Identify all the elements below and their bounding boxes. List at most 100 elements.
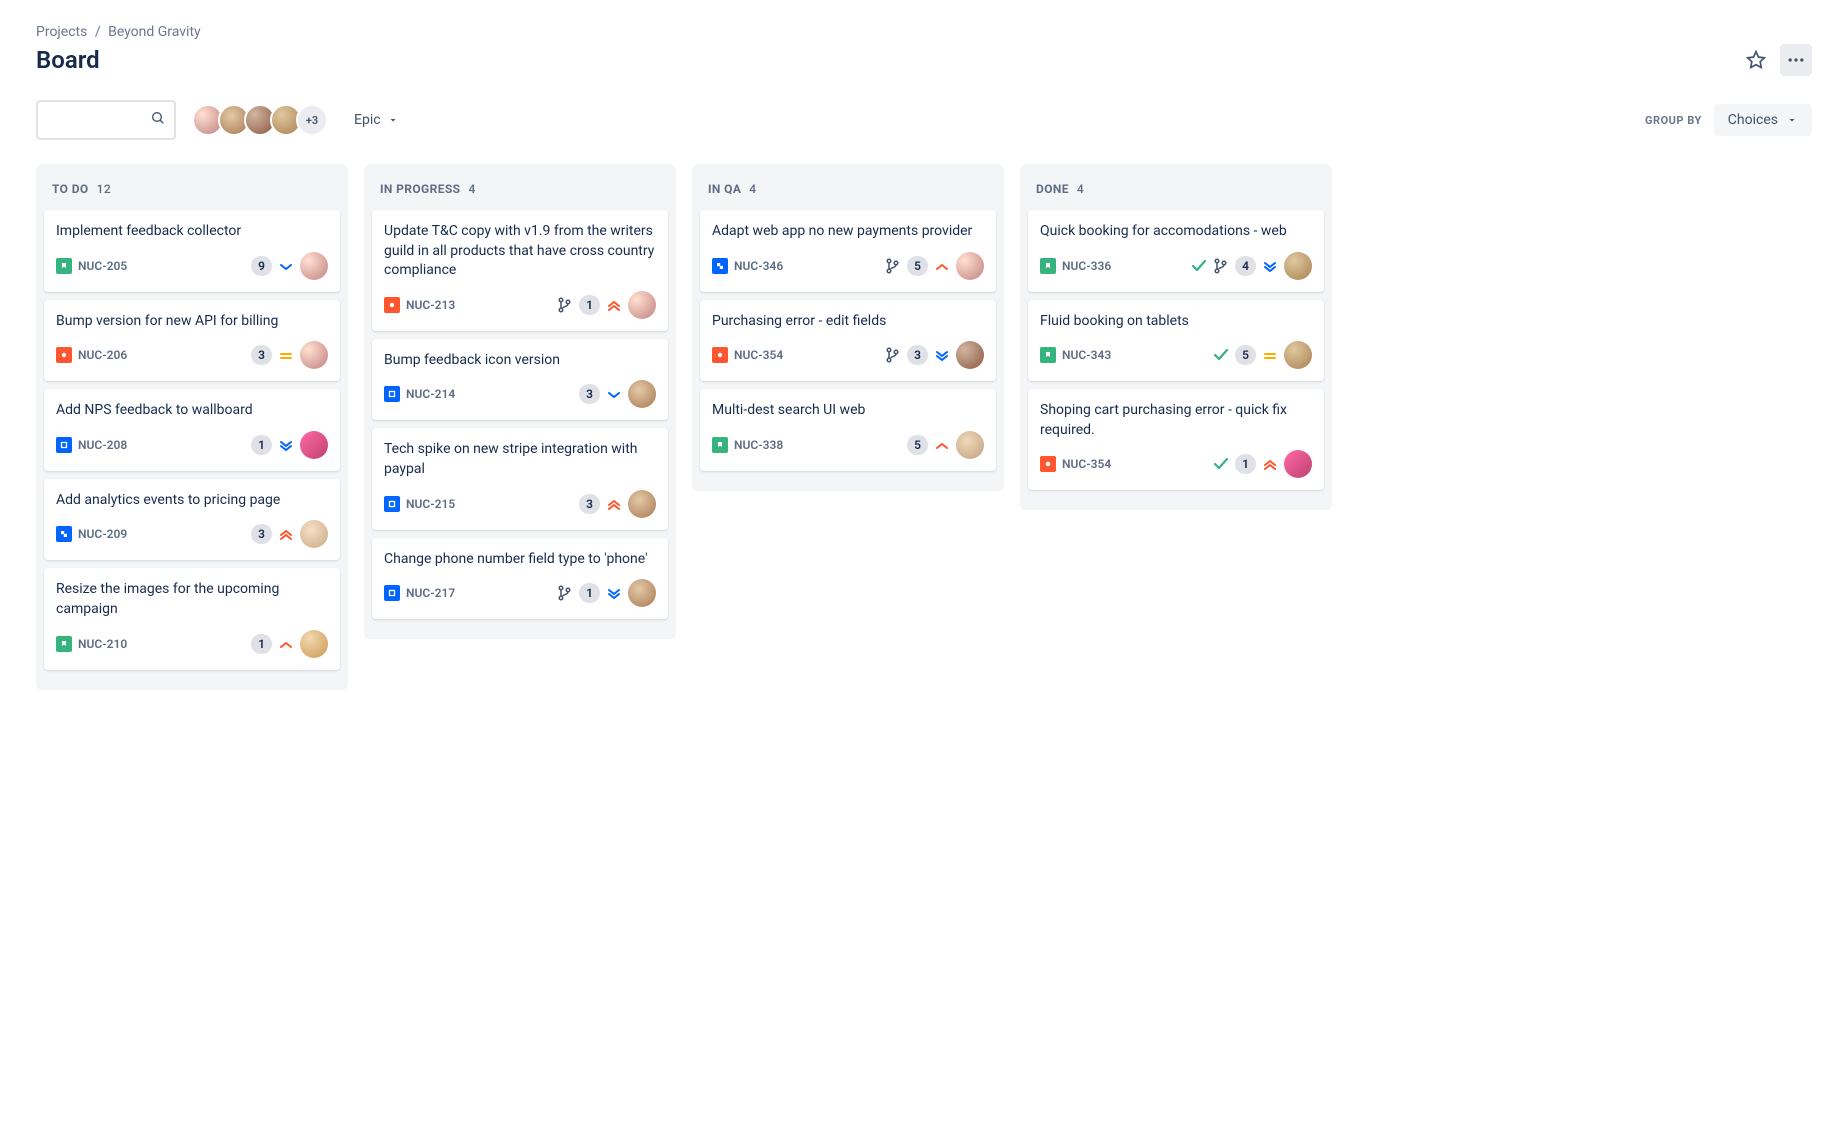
column-title: TO DO (52, 182, 89, 196)
column-title: IN PROGRESS (380, 182, 460, 196)
issue-card[interactable]: Change phone number field type to 'phone… (372, 538, 668, 620)
board-column: IN PROGRESS 4 Update T&C copy with v1.9 … (364, 164, 676, 639)
issue-key: NUC-338 (734, 438, 783, 452)
assignee-avatar[interactable] (300, 520, 328, 548)
issue-card[interactable]: Resize the images for the upcoming campa… (44, 568, 340, 669)
search-input[interactable] (36, 100, 176, 140)
star-button[interactable] (1740, 44, 1772, 76)
issue-card[interactable]: Update T&C copy with v1.9 from the write… (372, 210, 668, 331)
issue-card[interactable]: Adapt web app no new payments provider N… (700, 210, 996, 292)
issue-card[interactable]: Tech spike on new stripe integration wit… (372, 428, 668, 529)
column-title: IN QA (708, 182, 741, 196)
issue-key: NUC-210 (78, 637, 127, 651)
issue-key: NUC-354 (734, 348, 783, 362)
issue-card[interactable]: Bump version for new API for billing NUC… (44, 300, 340, 382)
priority-icon-lowest (278, 437, 294, 453)
assignee-avatar[interactable] (300, 431, 328, 459)
issue-type-bug-icon (384, 297, 400, 313)
story-points-badge: 3 (907, 345, 928, 365)
priority-icon-low (606, 386, 622, 402)
group-by-label: GROUP BY (1645, 114, 1702, 127)
story-points-badge: 5 (907, 256, 928, 276)
column-count: 4 (749, 182, 756, 196)
avatar-more[interactable]: +3 (296, 104, 328, 136)
issue-key: NUC-214 (406, 387, 455, 401)
search-icon (150, 110, 166, 130)
git-branch-icon (885, 258, 901, 274)
issue-key: NUC-209 (78, 527, 127, 541)
breadcrumb-project[interactable]: Beyond Gravity (108, 24, 201, 40)
git-branch-icon (1213, 258, 1229, 274)
assignee-avatar[interactable] (628, 490, 656, 518)
issue-title: Implement feedback collector (56, 222, 328, 242)
issue-type-subtask-icon (712, 258, 728, 274)
issue-card[interactable]: Implement feedback collector NUC-205 9 (44, 210, 340, 292)
issue-card[interactable]: Purchasing error - edit fields NUC-354 3 (700, 300, 996, 382)
issue-card[interactable]: Fluid booking on tablets NUC-343 5 (1028, 300, 1324, 382)
story-points-badge: 1 (579, 583, 600, 603)
issue-card[interactable]: Add analytics events to pricing page NUC… (44, 479, 340, 561)
story-points-badge: 5 (1235, 345, 1256, 365)
assignee-avatar[interactable] (956, 431, 984, 459)
issue-key: NUC-213 (406, 298, 455, 312)
issue-key: NUC-206 (78, 348, 127, 362)
column-count: 12 (97, 182, 111, 196)
chevron-down-icon (387, 114, 399, 126)
group-by-select[interactable]: Choices (1714, 104, 1812, 136)
assignee-avatar[interactable] (300, 341, 328, 369)
story-points-badge: 9 (251, 256, 272, 276)
more-button[interactable] (1780, 44, 1812, 76)
done-check-icon (1191, 258, 1207, 274)
issue-key: NUC-205 (78, 259, 127, 273)
issue-key: NUC-343 (1062, 348, 1111, 362)
issue-card[interactable]: Add NPS feedback to wallboard NUC-208 1 (44, 389, 340, 471)
issue-type-task-icon (56, 437, 72, 453)
assignee-avatar[interactable] (1284, 450, 1312, 478)
assignee-avatar[interactable] (300, 252, 328, 280)
priority-icon-lowest (1262, 258, 1278, 274)
assignee-avatar[interactable] (628, 291, 656, 319)
issue-type-task-icon (384, 496, 400, 512)
avatar-stack[interactable]: +3 (192, 104, 328, 136)
issue-title: Multi-dest search UI web (712, 401, 984, 421)
issue-key: NUC-354 (1062, 457, 1111, 471)
issue-type-bug-icon (56, 347, 72, 363)
assignee-avatar[interactable] (628, 579, 656, 607)
assignee-avatar[interactable] (628, 380, 656, 408)
story-points-badge: 4 (1235, 256, 1256, 276)
assignee-avatar[interactable] (956, 341, 984, 369)
issue-title: Purchasing error - edit fields (712, 312, 984, 332)
story-points-badge: 3 (579, 494, 600, 514)
priority-icon-high (278, 636, 294, 652)
breadcrumb-root[interactable]: Projects (36, 24, 87, 40)
assignee-avatar[interactable] (956, 252, 984, 280)
header-actions (1740, 44, 1812, 76)
issue-title: Adapt web app no new payments provider (712, 222, 984, 242)
column-count: 4 (1077, 182, 1084, 196)
column-header: IN PROGRESS 4 (372, 176, 668, 210)
issue-type-bug-icon (712, 347, 728, 363)
column-title: DONE (1036, 182, 1069, 196)
column-header: DONE 4 (1028, 176, 1324, 210)
issue-card[interactable]: Multi-dest search UI web NUC-338 5 (700, 389, 996, 471)
assignee-avatar[interactable] (300, 630, 328, 658)
assignee-avatar[interactable] (1284, 341, 1312, 369)
issue-type-task-icon (384, 585, 400, 601)
search-field[interactable] (46, 112, 150, 128)
priority-icon-highest (1262, 456, 1278, 472)
page-title: Board (36, 46, 100, 74)
git-branch-icon (885, 347, 901, 363)
done-check-icon (1213, 456, 1229, 472)
issue-card[interactable]: Shoping cart purchasing error - quick fi… (1028, 389, 1324, 490)
issue-card[interactable]: Bump feedback icon version NUC-214 3 (372, 339, 668, 421)
more-icon (1786, 50, 1806, 70)
priority-icon-highest (278, 526, 294, 542)
priority-icon-highest (606, 496, 622, 512)
story-points-badge: 3 (251, 345, 272, 365)
issue-key: NUC-208 (78, 438, 127, 452)
issue-card[interactable]: Quick booking for accomodations - web NU… (1028, 210, 1324, 292)
issue-type-story-icon (1040, 258, 1056, 274)
story-points-badge: 1 (579, 295, 600, 315)
epic-filter[interactable]: Epic (344, 106, 409, 134)
assignee-avatar[interactable] (1284, 252, 1312, 280)
